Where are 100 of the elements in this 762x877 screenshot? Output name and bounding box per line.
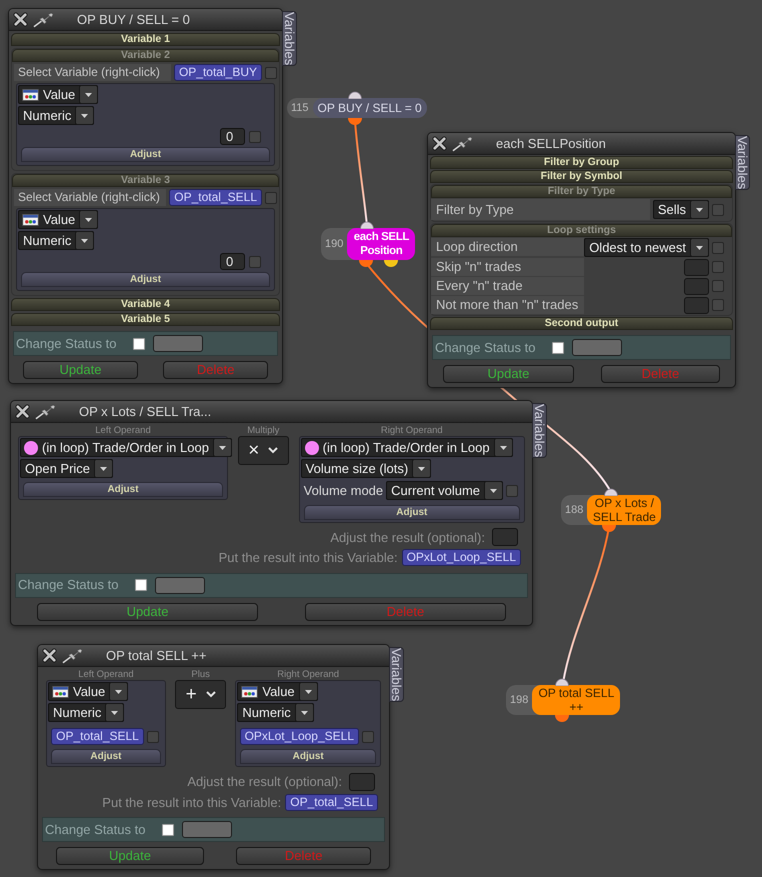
value-field[interactable]: 0: [220, 128, 245, 145]
checkbox[interactable]: [146, 730, 159, 742]
checkbox[interactable]: [162, 824, 174, 836]
adjust-field[interactable]: [492, 528, 518, 546]
caret-icon: [105, 703, 124, 722]
dropdown[interactable]: Value: [237, 682, 318, 701]
output-port-icon[interactable]: [602, 525, 616, 532]
chevron-down-icon: [206, 691, 216, 698]
value-field[interactable]: 0: [220, 253, 245, 270]
output-port-icon[interactable]: [348, 118, 362, 125]
input-port-icon[interactable]: [555, 678, 569, 686]
section-header[interactable]: Filter by Type: [431, 185, 732, 198]
section-header[interactable]: Variable 1: [11, 33, 280, 46]
adjust-field[interactable]: [349, 772, 375, 791]
column-label: Left Operand: [95, 425, 151, 436]
dropdown[interactable]: (in loop) Trade/Order in Loop: [20, 438, 232, 457]
checkbox[interactable]: [249, 130, 261, 142]
close-icon[interactable]: [42, 648, 57, 663]
checkbox[interactable]: [265, 192, 277, 204]
checkbox[interactable]: [712, 204, 724, 216]
status-field[interactable]: [153, 335, 203, 352]
dropdown[interactable]: Value: [48, 682, 128, 701]
checkbox[interactable]: [362, 730, 374, 742]
checkbox[interactable]: [712, 280, 724, 292]
dropdown[interactable]: Value: [18, 85, 98, 104]
update-button[interactable]: Update: [443, 365, 574, 383]
update-button[interactable]: Update: [22, 361, 138, 379]
caret-icon: [484, 481, 504, 500]
adjust-button[interactable]: Adjust: [51, 749, 161, 764]
close-icon[interactable]: [432, 136, 447, 151]
section-header[interactable]: Filter by Symbol: [430, 170, 733, 183]
checkbox[interactable]: [712, 299, 724, 311]
close-icon[interactable]: [13, 12, 28, 27]
dropdown[interactable]: (in loop) Trade/Order in Loop: [300, 438, 513, 457]
operator-dropdown[interactable]: ×: [238, 436, 289, 465]
variables-tab[interactable]: Variables: [389, 647, 404, 702]
checkbox[interactable]: [135, 579, 147, 591]
flow-node[interactable]: 115 OP BUY / SELL = 0: [287, 98, 427, 118]
input-port-icon[interactable]: [604, 488, 618, 496]
adjust-button[interactable]: Adjust: [304, 504, 520, 520]
status-field[interactable]: [182, 821, 232, 838]
section-header[interactable]: Variable 5: [11, 313, 280, 326]
variable-field[interactable]: OP_total_SELL: [51, 728, 144, 745]
variables-tab[interactable]: Variables: [735, 135, 750, 190]
output-port-icon[interactable]: [359, 260, 373, 267]
output-port-icon[interactable]: [555, 715, 569, 722]
result-label: Put the result into this Variable:: [102, 794, 282, 812]
update-button[interactable]: Update: [56, 847, 204, 865]
adjust-button[interactable]: Adjust: [23, 482, 223, 497]
dropdown[interactable]: Open Price: [20, 459, 114, 478]
section-header[interactable]: Variable 3: [12, 174, 279, 187]
adjust-button[interactable]: Adjust: [21, 147, 270, 162]
checkbox[interactable]: [249, 256, 261, 268]
checkbox[interactable]: [552, 342, 564, 354]
section-header[interactable]: Loop settings: [431, 224, 732, 237]
dropdown[interactable]: Oldest to newest: [584, 238, 710, 257]
variable-field[interactable]: OPxLot_Loop_SELL: [240, 728, 359, 745]
node-number: 190: [324, 236, 344, 252]
input-port-icon[interactable]: [360, 221, 374, 229]
dropdown[interactable]: Numeric: [237, 703, 314, 722]
pin-icon[interactable]: [33, 12, 56, 28]
number-field[interactable]: [684, 296, 710, 314]
variable-field[interactable]: OPxLot_Loop_SELL: [402, 549, 521, 566]
section-header[interactable]: Filter by Group: [430, 156, 733, 169]
number-field[interactable]: [684, 258, 710, 276]
output-port-icon[interactable]: [384, 260, 398, 267]
checkbox[interactable]: [712, 261, 724, 273]
number-field[interactable]: [684, 278, 710, 294]
checkbox[interactable]: [712, 242, 724, 254]
section-header[interactable]: Variable 2: [12, 49, 279, 62]
checkbox[interactable]: [506, 484, 518, 497]
pin-icon[interactable]: [35, 404, 58, 420]
variables-tab[interactable]: Variables: [282, 11, 297, 66]
pin-icon[interactable]: [452, 136, 475, 152]
dropdown[interactable]: Sells: [652, 200, 709, 219]
status-field[interactable]: [155, 576, 205, 594]
operator-dropdown[interactable]: +: [174, 680, 226, 709]
section-header[interactable]: Variable 4: [11, 298, 280, 311]
section-header[interactable]: Second output: [430, 317, 733, 330]
node-label: each SELL Position: [347, 228, 416, 260]
pin-icon[interactable]: [62, 648, 85, 664]
dropdown[interactable]: Volume size (lots): [300, 459, 432, 478]
dropdown[interactable]: Numeric: [18, 231, 94, 250]
variable-field[interactable]: OP_total_SELL: [169, 189, 262, 206]
variables-tab[interactable]: Variables: [532, 403, 547, 458]
adjust-button[interactable]: Adjust: [21, 272, 270, 287]
dropdown[interactable]: Numeric: [48, 703, 124, 722]
input-port-icon[interactable]: [348, 91, 362, 99]
checkbox[interactable]: [265, 66, 277, 78]
variable-field[interactable]: OP_total_SELL: [285, 794, 378, 811]
dropdown[interactable]: Value: [18, 210, 98, 229]
update-button[interactable]: Update: [37, 602, 258, 620]
checkbox[interactable]: [133, 338, 145, 350]
close-icon[interactable]: [15, 404, 30, 419]
status-field[interactable]: [572, 339, 622, 356]
dropdown[interactable]: Numeric: [18, 106, 94, 125]
adjust-button[interactable]: Adjust: [240, 749, 376, 764]
variable-field[interactable]: OP_total_BUY: [174, 64, 262, 81]
dropdown[interactable]: Current volume: [386, 481, 504, 500]
caret-icon: [412, 459, 432, 478]
